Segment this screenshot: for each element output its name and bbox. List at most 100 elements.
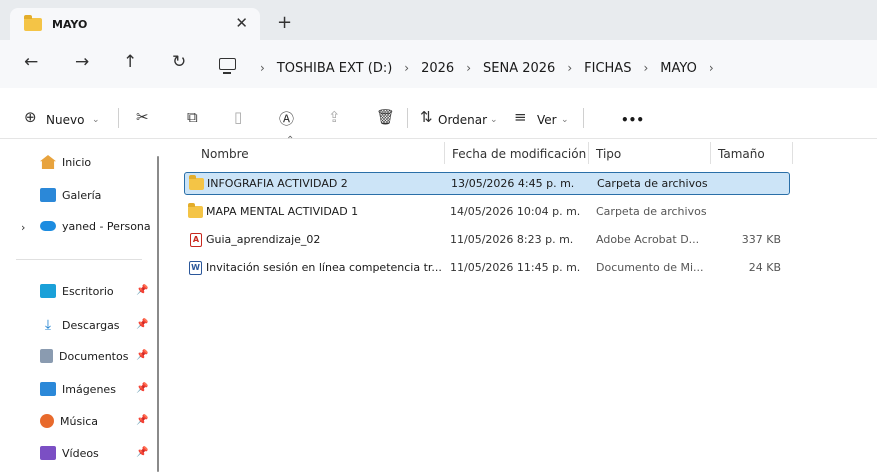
forward-button[interactable]: →	[75, 52, 89, 72]
file-date: 11/05/2026 11:45 p. m.	[450, 261, 581, 274]
pictures-icon	[40, 382, 56, 396]
videos-icon	[40, 446, 56, 460]
pin-icon[interactable]: 📌	[136, 383, 148, 394]
column-divider[interactable]	[710, 142, 711, 164]
documents-icon	[40, 349, 53, 363]
more-options-button[interactable]: •••	[621, 113, 644, 127]
toolbar-divider	[118, 108, 119, 128]
back-button[interactable]: ←	[24, 52, 38, 72]
share-icon[interactable]: ⇪	[328, 108, 341, 126]
file-name: Guia_aprendizaje_02	[206, 233, 321, 246]
column-header-date[interactable]: Fecha de modificación	[452, 147, 586, 175]
sort-button[interactable]: Ordenar	[438, 113, 487, 127]
column-header-type[interactable]: Tipo	[596, 147, 621, 175]
sidebar-item-documentos[interactable]: Documentos	[40, 346, 128, 366]
view-icon[interactable]: ≡	[514, 108, 527, 126]
tab-title: MAYO	[52, 17, 88, 31]
sidebar-item-imagenes[interactable]: Imágenes	[40, 379, 116, 399]
plus-circle-icon[interactable]: ⊕	[24, 108, 37, 126]
chevron-right-icon[interactable]: ›	[260, 61, 265, 75]
breadcrumb-item[interactable]: SENA 2026	[483, 61, 555, 76]
sidebar-item-label: Descargas	[62, 318, 120, 332]
pin-icon[interactable]: 📌	[136, 447, 148, 458]
refresh-button[interactable]: ↻	[172, 52, 186, 72]
breadcrumb: › TOSHIBA EXT (D:) › 2026 › SENA 2026 › …	[248, 57, 726, 79]
sidebar-item-descargas[interactable]: ⤓ Descargas	[40, 315, 120, 335]
tab-mayo[interactable]: MAYO ✕	[10, 8, 260, 40]
sort-icon[interactable]: ⇅	[420, 108, 433, 126]
file-size: 24 KB	[748, 261, 781, 274]
file-row[interactable]: A Guia_aprendizaje_02 11/05/2026 8:23 p.…	[184, 229, 790, 252]
chevron-right-icon[interactable]: ›	[567, 61, 572, 75]
downloads-icon: ⤓	[44, 317, 52, 333]
sidebar-item-galeria[interactable]: Galería	[40, 185, 101, 205]
sidebar-item-escritorio[interactable]: Escritorio	[40, 281, 114, 301]
file-row[interactable]: INFOGRAFIA ACTIVIDAD 2 13/05/2026 4:45 p…	[184, 172, 790, 195]
delete-icon[interactable]: 🗑	[376, 108, 395, 126]
chevron-right-icon[interactable]: ›	[404, 61, 409, 75]
rename-icon[interactable]: Ⓐ	[279, 108, 294, 129]
sidebar-item-label: Escritorio	[62, 284, 114, 298]
column-divider[interactable]	[444, 142, 445, 164]
sidebar-item-label: Vídeos	[62, 446, 99, 460]
sidebar-item-label: yaned - Persona	[62, 219, 151, 233]
close-icon[interactable]: ✕	[235, 14, 248, 32]
pin-icon[interactable]: 📌	[136, 285, 148, 296]
breadcrumb-item[interactable]: TOSHIBA EXT (D:)	[277, 61, 392, 76]
pdf-icon: A	[190, 233, 202, 247]
pin-icon[interactable]: 📌	[136, 319, 148, 330]
breadcrumb-item[interactable]: 2026	[421, 61, 454, 76]
toolbar-divider	[407, 108, 408, 128]
file-date: 14/05/2026 10:04 p. m.	[450, 205, 581, 218]
breadcrumb-item[interactable]: FICHAS	[584, 61, 631, 76]
column-header-name[interactable]: Nombre	[201, 147, 249, 175]
pin-icon[interactable]: 📌	[136, 350, 148, 361]
sidebar-item-label: Inicio	[62, 155, 92, 169]
view-button[interactable]: Ver	[537, 113, 557, 127]
cut-icon[interactable]: ✂	[136, 108, 149, 126]
sidebar-item-videos[interactable]: Vídeos	[40, 443, 99, 463]
file-type: Documento de Mi...	[596, 261, 704, 274]
word-icon: W	[189, 261, 202, 275]
chevron-down-icon[interactable]: ⌄	[92, 115, 100, 125]
gallery-icon	[40, 188, 56, 202]
column-header-size[interactable]: Tamaño	[718, 147, 765, 175]
chevron-down-icon[interactable]: ⌄	[490, 115, 498, 125]
copy-icon[interactable]: ⧉	[187, 108, 198, 126]
music-icon	[40, 414, 54, 428]
chevron-right-icon[interactable]: ›	[643, 61, 648, 75]
sidebar-item-label: Música	[60, 414, 99, 428]
file-type: Carpeta de archivos	[596, 205, 707, 218]
column-divider[interactable]	[792, 142, 793, 164]
sidebar-item-label: Documentos	[59, 349, 129, 363]
column-divider[interactable]	[588, 142, 589, 164]
tab-strip: MAYO ✕ +	[0, 0, 877, 40]
file-type: Adobe Acrobat D...	[596, 233, 700, 246]
folder-icon	[24, 14, 42, 31]
up-button[interactable]: ↑	[123, 52, 137, 72]
sidebar-item-onedrive[interactable]: yaned - Persona	[40, 216, 151, 236]
folder-icon	[189, 175, 204, 190]
new-tab-button[interactable]: +	[277, 12, 292, 33]
new-button[interactable]: Nuevo	[46, 113, 84, 127]
file-row[interactable]: W Invitación sesión en línea competencia…	[184, 257, 790, 280]
file-date: 13/05/2026 4:45 p. m.	[451, 177, 575, 190]
paste-icon[interactable]: ▯	[234, 108, 242, 126]
chevron-right-icon[interactable]: ›	[709, 61, 714, 75]
chevron-right-icon[interactable]: ›	[466, 61, 471, 75]
toolbar-divider	[583, 108, 584, 128]
sidebar-item-musica[interactable]: Música	[40, 411, 98, 431]
file-name: Invitación sesión en línea competencia t…	[206, 261, 442, 274]
scrollbar[interactable]	[157, 156, 159, 472]
this-pc-icon[interactable]	[219, 58, 236, 74]
file-row[interactable]: MAPA MENTAL ACTIVIDAD 1 14/05/2026 10:04…	[184, 201, 790, 224]
pin-icon[interactable]: 📌	[136, 415, 148, 426]
divider	[16, 259, 142, 260]
sidebar-item-inicio[interactable]: Inicio	[40, 152, 91, 172]
file-name: MAPA MENTAL ACTIVIDAD 1	[206, 205, 359, 218]
chevron-down-icon[interactable]: ⌄	[561, 115, 569, 125]
file-size: 337 KB	[741, 233, 781, 246]
sidebar-item-label: Galería	[62, 188, 102, 202]
chevron-right-icon[interactable]: ›	[21, 221, 25, 234]
breadcrumb-item[interactable]: MAYO	[660, 61, 697, 76]
